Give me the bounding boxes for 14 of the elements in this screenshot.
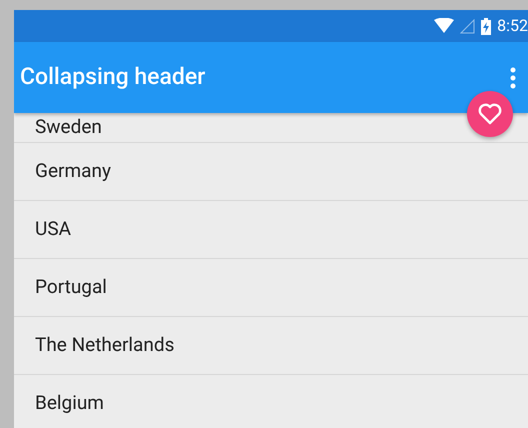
country-item[interactable]: Portugal: [35, 273, 107, 302]
battery-charging-icon: [481, 18, 492, 34]
more-options-icon[interactable]: [510, 66, 516, 88]
country-item[interactable]: Germany: [35, 157, 111, 186]
heart-icon: [478, 103, 502, 125]
signal-icon: [460, 18, 476, 34]
favorite-fab[interactable]: [467, 91, 513, 137]
country-item[interactable]: The Netherlands: [35, 331, 174, 360]
country-item[interactable]: USA: [35, 215, 71, 244]
country-item[interactable]: Belgium: [35, 389, 104, 418]
app-bar-title: Collapsing header: [20, 62, 206, 92]
status-time: 8:52: [497, 15, 528, 37]
wifi-icon: [434, 18, 454, 34]
country-item[interactable]: Sweden: [35, 113, 102, 142]
